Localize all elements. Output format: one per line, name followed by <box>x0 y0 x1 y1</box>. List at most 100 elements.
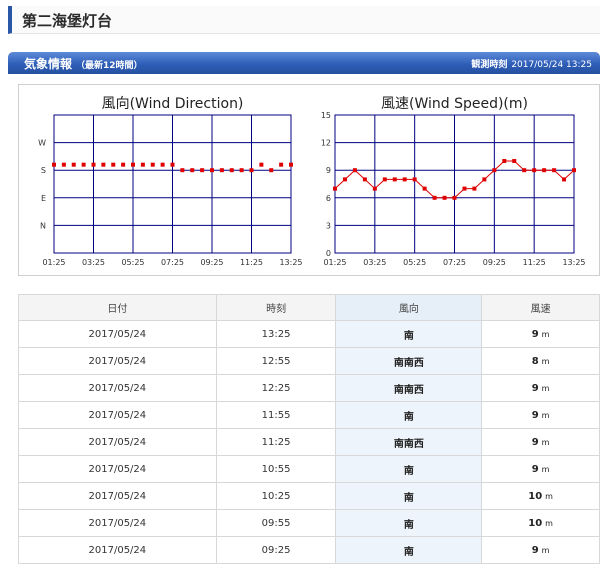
charts-panel: 風向(Wind Direction) N E S W 01:25 03:25 05:25 07:… <box>18 84 600 276</box>
section-title: 気象情報 （最新12時間） <box>24 55 143 72</box>
cell-speed-value: 9 <box>531 436 539 448</box>
chart1-x-tick-label: 11:25 <box>240 258 263 267</box>
chart1-data-point <box>269 168 274 173</box>
cell-time: 09:25 <box>215 536 337 564</box>
chart2-x-tick-label: 01:25 <box>323 258 346 267</box>
cell-time: 10:55 <box>215 455 337 483</box>
observation-time: 観測時刻 2017/05/24 13:25 <box>471 57 592 70</box>
chart2-data-point <box>542 168 547 173</box>
chart2-data-point <box>482 177 487 182</box>
chart2-data-point <box>422 186 427 191</box>
observation-table: 日付 時刻 風向 風速 2017/05/24 13:25 南 9 m 2017/05/24… <box>18 294 600 564</box>
chart1-data-point <box>111 162 116 167</box>
chart1-data-point <box>249 168 254 173</box>
col-header-date: 日付 <box>18 294 217 321</box>
chart1-data-point <box>150 162 155 167</box>
chart2-data-point <box>432 195 437 200</box>
cell-time: 12:55 <box>215 347 337 375</box>
chart2-data-point <box>372 186 377 191</box>
cell-speed-unit: m <box>545 518 553 528</box>
cell-direction: 南 <box>335 320 483 348</box>
cell-date: 2017/05/24 <box>18 347 217 375</box>
col-header-time: 時刻 <box>215 294 337 321</box>
chart2-data-point <box>333 186 337 191</box>
chart2-title: 風速(Wind Speed)(m) <box>381 96 528 112</box>
table-row: 2017/05/24 11:55 南 9 m <box>18 401 600 429</box>
cell-speed: 10 m <box>481 482 600 510</box>
col-header-speed: 風速 <box>481 294 600 321</box>
cell-speed: 9m <box>481 374 600 402</box>
chart2-x-tick-label: 07:25 <box>443 258 466 267</box>
chart1-data-point <box>200 168 205 173</box>
observation-time-label: 観測時刻 <box>471 60 508 70</box>
table-row: 2017/05/24 12:25 南南西 9 m <box>18 374 600 402</box>
chart1-data-point <box>81 162 86 167</box>
chart1-data-point <box>219 168 224 173</box>
chart2-y-tick-label: 6 <box>326 194 331 203</box>
cell-date: 2017/05/24 <box>18 482 217 510</box>
chart2-data-point <box>512 159 517 163</box>
chart1-data-point <box>190 168 195 173</box>
chart2-data-point <box>452 195 457 200</box>
chart2-x-tick-label: 09:25 <box>483 258 506 267</box>
chart1-data-point <box>71 162 76 167</box>
chart1-title: 風向(Wind Direction) <box>102 96 244 112</box>
chart1-data-point <box>91 162 96 167</box>
cell-speed: 9m <box>481 536 600 564</box>
chart2-y-tick-label: 15 <box>321 111 331 120</box>
chart2-data-point <box>412 177 417 182</box>
cell-speed-unit: m <box>541 356 550 366</box>
chart1-x-tick-label: 05:25 <box>121 258 144 267</box>
cell-speed-unit: m <box>541 329 550 339</box>
cell-date: 2017/05/24 <box>18 536 217 564</box>
chart1-data-point <box>170 162 175 167</box>
cell-speed-unit: m <box>541 437 550 447</box>
chart2-data-point <box>502 159 507 163</box>
weather-section-header: 気象情報 （最新12時間） 観測時刻 2017/05/24 13:25 <box>8 52 600 74</box>
chart2-data-point <box>392 177 397 182</box>
cell-speed: 8m <box>481 347 600 375</box>
cell-speed: 9m <box>481 320 600 348</box>
cell-speed-value: 9 <box>531 328 539 340</box>
chart2-x-tick-label: 11:25 <box>523 258 546 267</box>
chart2-data-point <box>492 168 497 173</box>
cell-speed: 9m <box>481 455 600 483</box>
chart1-data-point <box>259 162 264 167</box>
chart1-data-point <box>239 168 244 173</box>
chart2-data-point <box>532 168 537 173</box>
table-row: 2017/05/24 11:25 南南西 9 m <box>18 428 600 456</box>
chart1-data-point <box>229 168 234 173</box>
chart2-data-point <box>382 177 387 182</box>
section-subtitle: （最新12時間） <box>76 61 143 71</box>
cell-direction: 南南西 <box>335 428 483 456</box>
charts-svg: 風向(Wind Direction) N E S W 01:25 03:25 05:25 07:… <box>38 96 585 267</box>
chart2-data-point <box>362 177 367 182</box>
chart1-data-point <box>61 162 66 167</box>
cell-speed: 10 m <box>481 509 600 537</box>
cell-date: 2017/05/24 <box>18 320 217 348</box>
cell-time: 11:55 <box>215 401 337 429</box>
chart2-y-tick-label: 0 <box>326 249 331 258</box>
section-title-text: 気象情報 <box>24 57 73 71</box>
chart1-data-point <box>140 162 145 167</box>
page-header: 第二海堡灯台 <box>8 6 600 34</box>
table-row: 2017/05/24 13:25 南 9 m <box>18 320 600 348</box>
cell-direction: 南南西 <box>335 347 483 375</box>
table-body: 2017/05/24 13:25 南 9 m 2017/05/24 12:55 南南西 8 m 20… <box>18 320 600 564</box>
cell-speed: 9m <box>481 401 600 429</box>
cell-direction: 南 <box>335 536 483 564</box>
chart2-data-point <box>472 186 477 191</box>
chart1-x-tick-label: 01:25 <box>42 258 65 267</box>
cell-direction: 南 <box>335 455 483 483</box>
cell-speed-value: 9 <box>531 409 539 421</box>
cell-direction: 南 <box>335 401 483 429</box>
table-row: 2017/05/24 10:25 南 10 m <box>18 482 600 510</box>
chart1-x-tick-label: 07:25 <box>161 258 184 267</box>
cell-speed-unit: m <box>541 383 550 393</box>
cell-time: 13:25 <box>215 320 337 348</box>
chart2-data-point <box>462 186 467 191</box>
chart2-data-point <box>562 177 567 182</box>
chart1-data-point <box>131 162 135 167</box>
cell-direction: 南 <box>335 482 483 510</box>
cell-speed-value: 9 <box>531 382 539 394</box>
